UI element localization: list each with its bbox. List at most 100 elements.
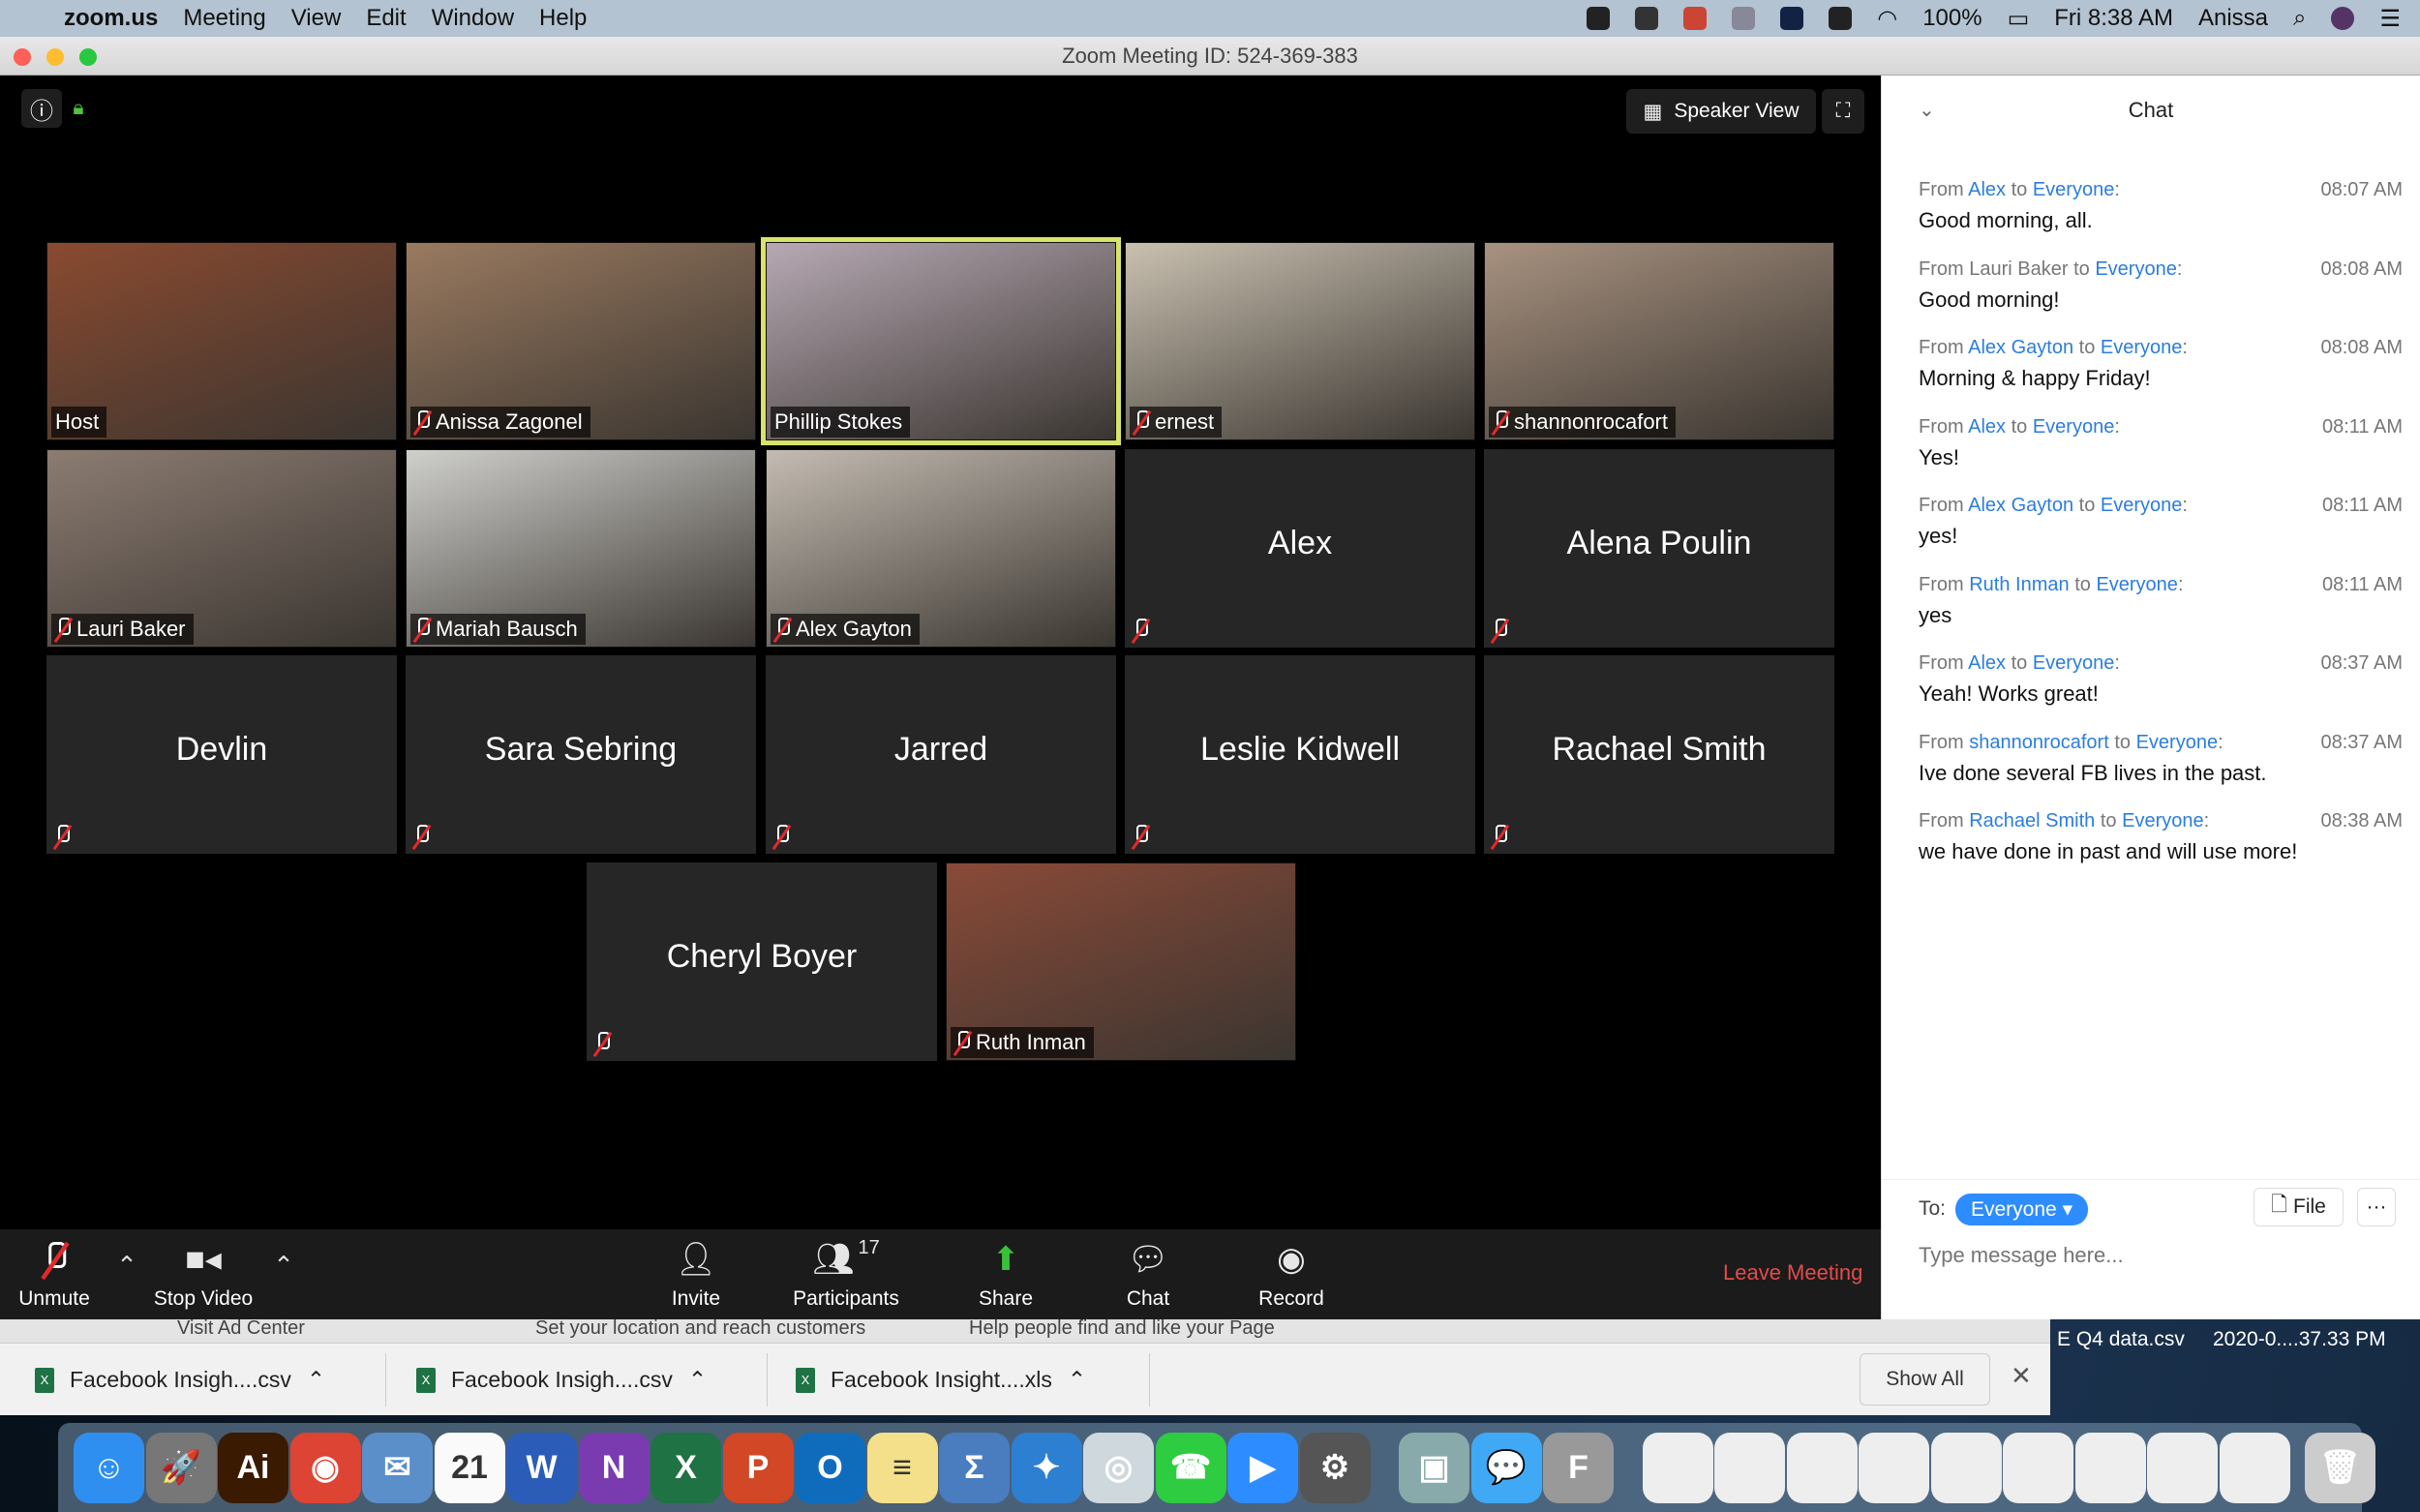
menu-view[interactable]: View [291, 5, 342, 32]
user-name[interactable]: Anissa [2198, 5, 2268, 32]
stop-video-button[interactable]: ■◂ Stop Video [154, 1237, 253, 1311]
dock-launchpad-icon[interactable]: 🚀 [145, 1432, 217, 1503]
recipient-link[interactable]: Everyone [2095, 258, 2177, 280]
recipient-link[interactable]: Everyone [2136, 732, 2219, 753]
dock-notes-icon[interactable]: ≡ [866, 1432, 938, 1503]
audio-options-chevron-icon[interactable]: ⌃ [116, 1251, 137, 1281]
recipient-link[interactable]: Everyone [2101, 337, 2183, 358]
dock-system-preferences-icon[interactable]: ⚙ [1299, 1432, 1371, 1503]
dock-doc-icon[interactable] [1714, 1432, 1785, 1503]
shield-icon[interactable] [1780, 7, 1804, 30]
participant-tile[interactable]: Rachael Smith [1484, 655, 1834, 854]
chevron-up-icon[interactable]: ⌃ [307, 1367, 325, 1393]
download-item[interactable]: X Facebook Insigh....csv ⌃ [35, 1344, 325, 1416]
more-options-button[interactable]: ··· [2357, 1188, 2396, 1226]
dock-onenote-icon[interactable]: N [578, 1432, 650, 1503]
close-icon[interactable]: ✕ [2011, 1361, 2032, 1391]
minimize-window-button[interactable] [46, 48, 64, 66]
participant-tile[interactable]: Cheryl Boyer [587, 862, 937, 1061]
collapse-chevron-icon[interactable]: ⌄ [1919, 76, 1935, 145]
dock-doc-icon[interactable] [2147, 1432, 2218, 1503]
dock-doc-icon[interactable] [1859, 1432, 1929, 1503]
wifi-icon[interactable]: ◠ [1877, 5, 1897, 33]
recipient-dropdown[interactable]: Everyone ▾ [1955, 1194, 2089, 1225]
dropbox-icon[interactable] [1635, 7, 1659, 30]
browser-link[interactable]: Set your location and reach customers [535, 1319, 865, 1340]
dock-calculator-icon[interactable]: Σ [939, 1432, 1010, 1503]
notification-center-icon[interactable]: ☰ [2379, 5, 2401, 33]
battery-icon[interactable]: ▭ [2008, 5, 2030, 33]
participants-button[interactable]: 👥︎ 17 Participants [793, 1237, 899, 1311]
participant-tile[interactable]: Devlin [46, 655, 397, 854]
file-button[interactable]: 🗋 File [2254, 1188, 2344, 1226]
airplay-icon[interactable] [1829, 7, 1853, 30]
participant-tile[interactable]: Ruth Inman [946, 862, 1296, 1061]
dock-doc-icon[interactable] [2003, 1432, 2073, 1503]
dock-trash-icon[interactable]: 🗑 [2305, 1432, 2375, 1503]
participant-tile[interactable]: Phillip Stokes [761, 237, 1121, 445]
participant-tile[interactable]: Leslie Kidwell [1125, 655, 1475, 854]
battery-percent[interactable]: 100% [1922, 5, 1981, 32]
encryption-lock-icon[interactable]: 🔒︎ [66, 89, 91, 128]
dock-facetime-icon[interactable]: ☎ [1155, 1432, 1226, 1503]
sender-link[interactable]: shannonrocafort [1969, 732, 2109, 753]
dock-powerpoint-icon[interactable]: P [722, 1432, 794, 1503]
sender-link[interactable]: Ruth Inman [1969, 574, 2069, 595]
fullscreen-icon[interactable]: ⛶ [1822, 89, 1864, 134]
participant-tile[interactable]: Mariah Bausch [406, 449, 756, 648]
participant-tile[interactable]: Anissa Zagonel [406, 242, 756, 440]
dock-illustrator-icon[interactable]: Ai [218, 1432, 288, 1503]
sender-link[interactable]: Alex Gayton [1968, 337, 2073, 358]
dock-doc-icon[interactable] [1642, 1432, 1713, 1503]
participant-tile[interactable]: Lauri Baker [46, 449, 397, 648]
chat-message-input[interactable] [1919, 1236, 2393, 1275]
chat-button[interactable]: 💬︎ Chat [1127, 1237, 1169, 1311]
dock-finder-icon[interactable]: ☺ [74, 1432, 144, 1503]
recipient-link[interactable]: Everyone [2101, 495, 2183, 516]
zoom-status-icon[interactable] [1587, 7, 1611, 30]
speaker-view-button[interactable]: ▦ Speaker View [1626, 89, 1816, 134]
recipient-link[interactable]: Everyone [2033, 652, 2115, 674]
recipient-link[interactable]: Everyone [2096, 574, 2178, 595]
sender-link[interactable]: Alex [1968, 179, 2006, 200]
video-options-chevron-icon[interactable]: ⌃ [273, 1251, 294, 1281]
dock-messages-icon[interactable]: 💬 [1470, 1432, 1542, 1503]
participant-tile[interactable]: Alex [1125, 449, 1475, 648]
dock-doc-icon[interactable] [1786, 1432, 1858, 1503]
dock-chrome-icon[interactable]: ◉ [289, 1432, 361, 1503]
download-item[interactable]: X Facebook Insight....xls ⌃ [796, 1344, 1086, 1416]
clock[interactable]: Fri 8:38 AM [2054, 5, 2173, 32]
sender-link[interactable]: Alex Gayton [1968, 495, 2073, 516]
close-window-button[interactable] [14, 48, 31, 66]
sync-icon[interactable] [1732, 7, 1756, 30]
menu-app[interactable]: zoom.us [64, 5, 158, 32]
dock-doc-icon[interactable] [1930, 1432, 2002, 1503]
menu-window[interactable]: Window [432, 5, 514, 32]
download-item[interactable]: X Facebook Insigh....csv ⌃ [416, 1344, 707, 1416]
recipient-link[interactable]: Everyone [2033, 416, 2115, 438]
dock-mail-icon[interactable]: ✉ [362, 1432, 433, 1503]
dock-zoom-icon[interactable]: ▶ [1227, 1432, 1298, 1503]
dock-doc-icon[interactable] [2219, 1432, 2290, 1503]
participant-tile[interactable]: Sara Sebring [406, 655, 756, 854]
dock-calendar-icon[interactable]: 21 [434, 1432, 505, 1503]
desktop-file-label[interactable]: E Q4 data.csv [2057, 1328, 2185, 1351]
leave-meeting-button[interactable]: Leave Meeting [1723, 1260, 1862, 1285]
sender-link[interactable]: Alex [1968, 652, 2006, 674]
browser-link[interactable]: Visit Ad Center [177, 1319, 305, 1340]
record-button[interactable]: ◉ Record [1258, 1237, 1324, 1311]
desktop-file-label[interactable]: 2020-0....37.33 PM [2213, 1328, 2386, 1351]
participant-tile[interactable]: Alex Gayton [766, 449, 1116, 648]
meeting-info-icon[interactable]: ⓘ [21, 89, 62, 128]
participant-tile[interactable]: ernest [1125, 242, 1475, 440]
spotlight-search-icon[interactable]: ⌕ [2293, 5, 2306, 32]
browser-link[interactable]: Help people find and like your Page [969, 1319, 1275, 1340]
dock-font-book-icon[interactable]: F [1543, 1432, 1614, 1503]
dock-preview-icon[interactable]: ▣ [1399, 1432, 1469, 1503]
dock-outlook-icon[interactable]: O [795, 1432, 865, 1503]
menu-help[interactable]: Help [539, 5, 587, 32]
dock-doc-icon[interactable] [2074, 1432, 2146, 1503]
menu-meeting[interactable]: Meeting [183, 5, 265, 32]
menu-edit[interactable]: Edit [366, 5, 406, 32]
siri-icon[interactable] [2331, 7, 2355, 30]
